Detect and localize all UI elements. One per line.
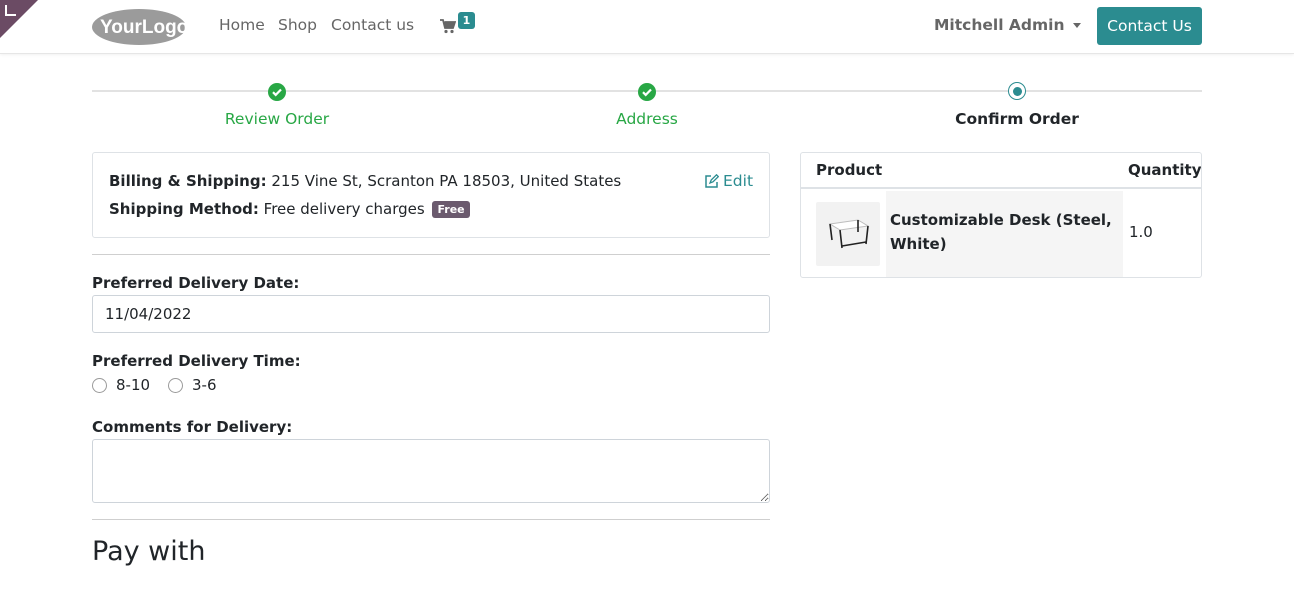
time-option-label-8-10[interactable]: 8-10 xyxy=(116,376,150,394)
logo-text: YourLogo xyxy=(100,17,188,38)
divider xyxy=(92,519,770,520)
time-option-radio-3-6[interactable] xyxy=(168,378,183,393)
billing-address: 215 Vine St, Scranton PA 18503, United S… xyxy=(271,172,622,190)
shipping-method-value: Free delivery charges xyxy=(263,200,425,218)
step-address[interactable]: Address xyxy=(547,110,747,128)
step-confirm-order: Confirm Order xyxy=(955,110,1079,128)
nav-home[interactable]: Home xyxy=(219,16,265,34)
order-summary-table: Product Quantity Customizable Desk (Stee… xyxy=(800,152,1202,278)
product-quantity: 1.0 xyxy=(1129,223,1153,241)
address-card: Billing & Shipping: 215 Vine St, Scranto… xyxy=(92,152,770,238)
comments-for-delivery-label: Comments for Delivery: xyxy=(92,418,293,436)
delivery-date-input[interactable]: 11/04/2022 xyxy=(92,295,770,333)
corner-ribbon-icon xyxy=(5,5,16,16)
product-thumbnail xyxy=(816,202,880,266)
nav-shop[interactable]: Shop xyxy=(278,16,317,34)
product-name[interactable]: Customizable Desk (Steel, White) xyxy=(890,208,1116,256)
shipping-method-label: Shipping Method: xyxy=(109,200,259,218)
step-review-order[interactable]: Review Order xyxy=(177,110,377,128)
preferred-delivery-time-label: Preferred Delivery Time: xyxy=(92,352,301,370)
desk-thumbnail-icon xyxy=(828,219,870,249)
column-product: Product xyxy=(816,161,883,179)
free-badge: Free xyxy=(432,201,470,218)
time-option-radio-8-10[interactable] xyxy=(92,378,107,393)
site-logo[interactable]: YourLogo xyxy=(92,8,188,46)
step-current-dot-icon xyxy=(1008,82,1026,100)
cart-count-badge: 1 xyxy=(458,12,475,29)
pay-with-heading: Pay with xyxy=(92,536,206,567)
time-option-label-3-6[interactable]: 3-6 xyxy=(192,376,217,394)
site-header: YourLogo Home Shop Contact us 1 Mitchell… xyxy=(0,0,1294,54)
delivery-comments-textarea[interactable] xyxy=(92,439,770,503)
billing-label: Billing & Shipping: xyxy=(109,172,267,190)
edit-label: Edit xyxy=(723,172,754,190)
column-quantity: Quantity xyxy=(1128,161,1202,179)
step-address-check-icon xyxy=(638,83,656,101)
step-review-check-icon xyxy=(268,83,286,101)
shipping-method-line: Shipping Method: Free delivery charges F… xyxy=(109,200,470,218)
chevron-down-icon xyxy=(1072,22,1081,28)
table-header: Product Quantity xyxy=(801,153,1202,189)
preferred-delivery-date-label: Preferred Delivery Date: xyxy=(92,274,300,292)
edit-address-link[interactable]: Edit xyxy=(704,172,753,190)
shopping-cart-icon[interactable] xyxy=(440,18,456,34)
divider xyxy=(92,254,770,255)
billing-shipping-line: Billing & Shipping: 215 Vine St, Scranto… xyxy=(109,172,621,190)
user-name: Mitchell Admin xyxy=(934,16,1065,34)
user-menu-dropdown[interactable]: Mitchell Admin xyxy=(934,16,1081,34)
edit-icon xyxy=(705,173,719,188)
nav-contact-us[interactable]: Contact us xyxy=(331,16,414,34)
contact-us-button[interactable]: Contact Us xyxy=(1097,7,1202,45)
